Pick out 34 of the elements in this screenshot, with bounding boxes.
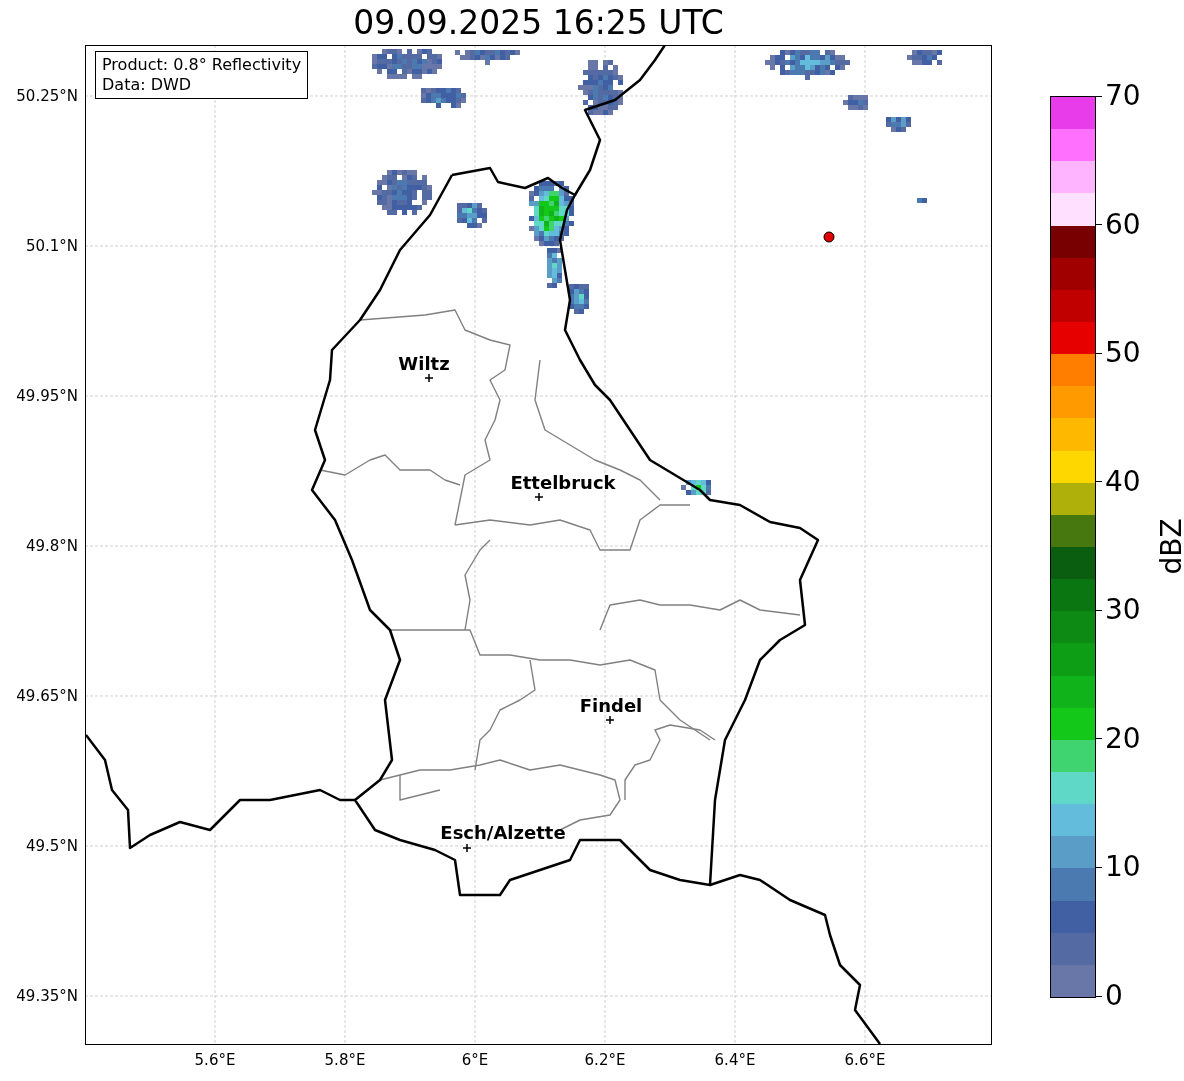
city-label: Findel (579, 695, 643, 716)
info-text: Product: 0.8° Reflectivity (102, 55, 302, 75)
city-marker-icon (462, 843, 472, 853)
city-marker-icon (424, 373, 434, 383)
city-marker-icon (534, 492, 544, 502)
axis-tick-label: 6.4°E (714, 1051, 756, 1069)
colorbar-tick-label: 70 (1105, 80, 1141, 112)
axis-tick-label: 50.25°N (16, 87, 78, 105)
axis-tick-label: 6.2°E (584, 1051, 626, 1069)
axis-tick-label: 6°E (461, 1051, 489, 1069)
axis-tick-label: 50.1°N (25, 237, 78, 255)
location-dot (823, 231, 835, 243)
colorbar-tick-label: 40 (1105, 465, 1141, 498)
city-label: Wiltz (398, 353, 450, 374)
city-label: Ettelbruck (510, 472, 616, 493)
info-text: Data: DWD (102, 75, 193, 95)
chart-title: 09.09.2025 16:25 UTC (353, 3, 724, 43)
colorbar-tick-label: 20 (1105, 722, 1141, 755)
colorbar-tick-label: 50 (1105, 337, 1141, 370)
axis-tick-label: 5.8°E (324, 1051, 366, 1069)
colorbar-tick-label: 0 (1105, 980, 1123, 1012)
axis-tick-label: 49.95°N (16, 387, 78, 405)
colorbar-tick-label: 30 (1105, 594, 1141, 627)
city-label: Esch/Alzette (440, 822, 566, 843)
colorbar-tick-label: 60 (1105, 208, 1141, 241)
axis-tick-label: 49.65°N (16, 687, 78, 705)
axis-tick-label: 6.6°E (844, 1051, 886, 1069)
axis-tick-label: 49.8°N (25, 537, 78, 555)
city-marker-icon (605, 715, 615, 725)
axis-tick-label: 49.35°N (16, 987, 78, 1005)
colorbar-label: dBZ (1154, 517, 1184, 575)
axis-tick-label: 49.5°N (25, 837, 78, 855)
axis-tick-label: 5.6°E (194, 1051, 236, 1069)
colorbar-tick-label: 10 (1105, 851, 1141, 884)
